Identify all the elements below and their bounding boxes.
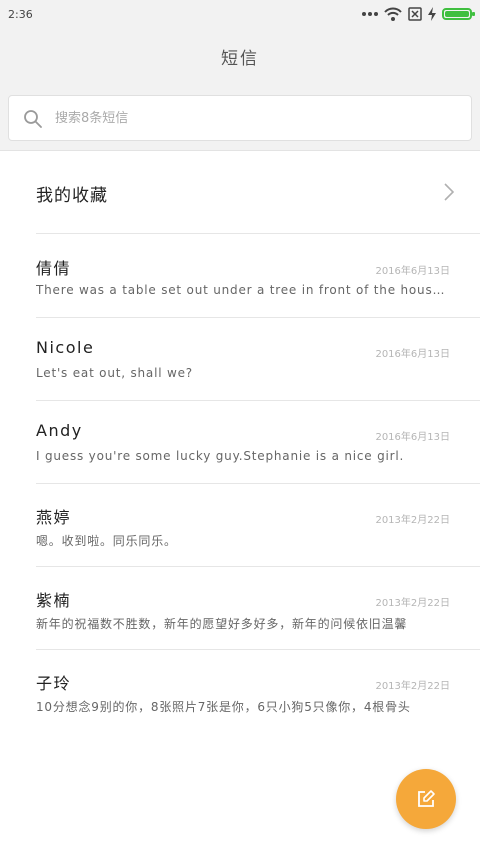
status-time: 2:36 [8, 8, 33, 21]
contact-name: 子玲 [36, 674, 72, 693]
compose-button[interactable] [396, 769, 456, 829]
message-date: 2013年2月22日 [375, 681, 450, 692]
message-snippet: 10分想念9别的你，8张照片7张是你，6只小狗5只像你，4根骨头 [36, 700, 411, 714]
favorites-row[interactable]: 我的收藏 [0, 151, 480, 234]
conversation-list: 倩倩 2016年6月13日 There was a table set out … [0, 235, 480, 733]
status-bar: 2:36 [0, 0, 480, 28]
no-sim-icon [408, 7, 422, 21]
conversation-item[interactable]: 子玲 2013年2月22日 10分想念9别的你，8张照片7张是你，6只小狗5只像… [0, 650, 480, 733]
page-title: 短信 [221, 49, 259, 69]
conversation-item[interactable]: Nicole 2016年6月13日 Let's eat out, shall w… [0, 318, 480, 401]
conversation-item[interactable]: 燕婷 2013年2月22日 嗯。收到啦。同乐同乐。 [0, 484, 480, 567]
message-snippet: There was a table set out under a tree i… [36, 283, 452, 297]
contact-name: Nicole [36, 338, 95, 357]
title-bar: 短信 [0, 28, 480, 84]
message-date: 2013年2月22日 [375, 598, 450, 609]
contact-name: 燕婷 [36, 508, 72, 527]
contact-name: 紫楠 [36, 591, 72, 610]
message-snippet: 新年的祝福数不胜数，新年的愿望好多好多，新年的问候依旧温馨 [36, 617, 408, 631]
search-input[interactable] [55, 96, 455, 140]
message-date: 2016年6月13日 [375, 349, 450, 360]
message-snippet: I guess you're some lucky guy.Stephanie … [36, 449, 405, 463]
conversation-item[interactable]: 倩倩 2016年6月13日 There was a table set out … [0, 235, 480, 318]
message-snippet: Let's eat out, shall we? [36, 366, 193, 380]
message-date: 2013年2月22日 [375, 515, 450, 526]
conversation-item[interactable]: Andy 2016年6月13日 I guess you're some luck… [0, 401, 480, 484]
wifi-icon [384, 7, 402, 21]
message-date: 2016年6月13日 [375, 266, 450, 277]
more-dots-icon [362, 11, 378, 17]
search-box[interactable] [8, 95, 472, 141]
divider [36, 233, 480, 234]
status-icons [362, 5, 475, 23]
contact-name: 倩倩 [36, 259, 72, 278]
favorites-label: 我的收藏 [36, 186, 108, 206]
contact-name: Andy [36, 421, 83, 440]
charging-icon [428, 7, 436, 21]
conversation-item[interactable]: 紫楠 2013年2月22日 新年的祝福数不胜数，新年的愿望好多好多，新年的问候依… [0, 567, 480, 650]
battery-icon [442, 8, 475, 20]
message-date: 2016年6月13日 [375, 432, 450, 443]
search-bar [0, 84, 480, 151]
search-icon [23, 109, 43, 133]
chevron-right-icon [444, 183, 455, 205]
message-snippet: 嗯。收到啦。同乐同乐。 [36, 534, 177, 548]
